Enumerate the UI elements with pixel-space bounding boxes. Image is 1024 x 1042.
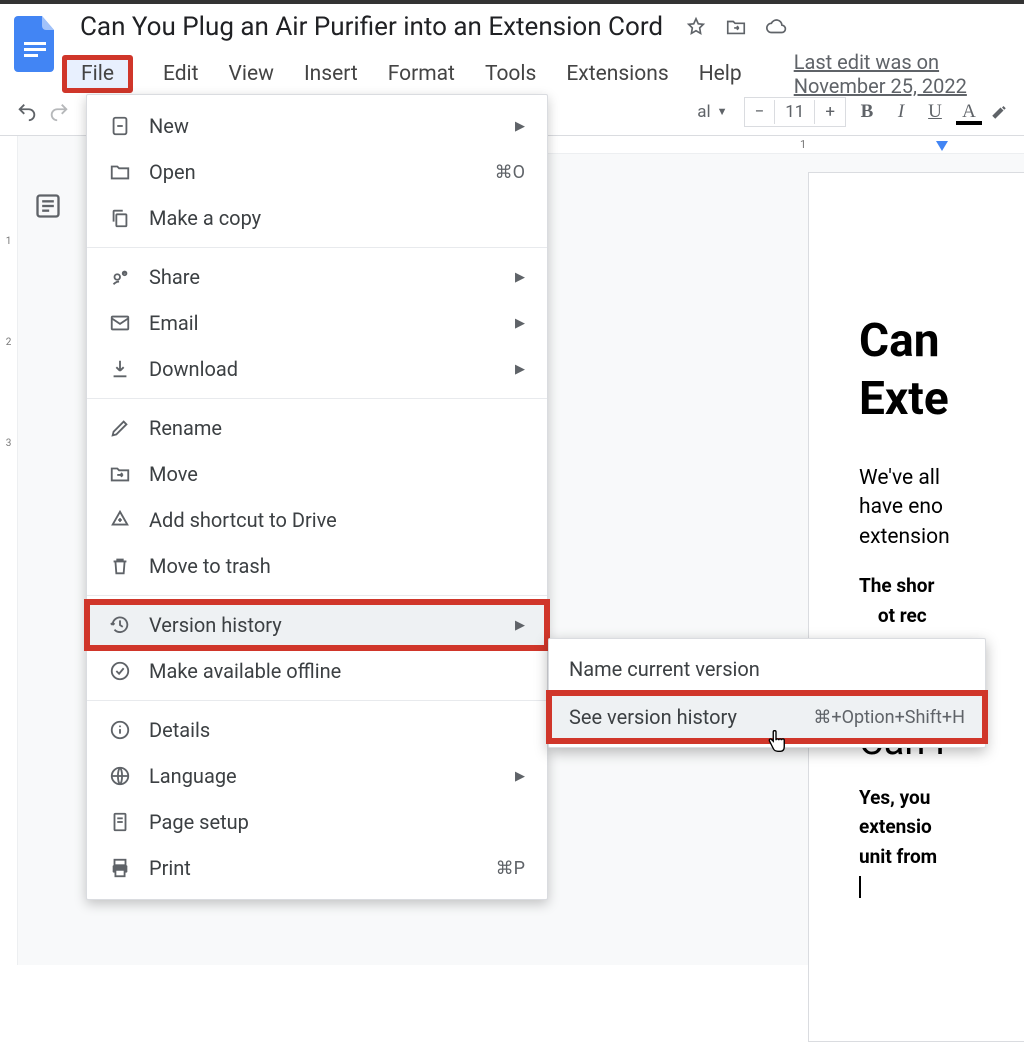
submenu-arrow-icon: ▶ <box>515 769 525 784</box>
menu-separator <box>87 247 547 248</box>
last-edit-link[interactable]: Last edit was on November 25, 2022 <box>794 50 1010 98</box>
highlight-icon[interactable] <box>990 103 1008 121</box>
trash-icon <box>109 555 131 577</box>
copy-icon <box>109 207 131 229</box>
shortcut-label: ⌘P <box>496 858 525 879</box>
download-icon <box>109 358 131 380</box>
menu-insert[interactable]: Insert <box>304 58 358 90</box>
redo-icon[interactable] <box>48 101 70 123</box>
document-title[interactable]: Can You Plug an Air Purifier into an Ext… <box>76 10 667 44</box>
underline-button[interactable]: U <box>922 101 948 123</box>
italic-button[interactable]: I <box>888 101 914 123</box>
menu-item-open[interactable]: Open ⌘O <box>87 149 547 195</box>
indent-marker-icon[interactable] <box>936 141 948 151</box>
email-icon <box>109 312 131 334</box>
menu-edit[interactable]: Edit <box>163 58 199 90</box>
text-caret <box>859 876 861 898</box>
style-selected-tail: al <box>697 102 710 122</box>
menu-item-rename[interactable]: Rename <box>87 405 547 451</box>
document-page[interactable]: Can Exte We've all have eno extension Th… <box>808 172 1024 1042</box>
submenu-arrow-icon: ▶ <box>515 270 525 285</box>
menu-item-move[interactable]: Move <box>87 451 547 497</box>
font-size-decrease[interactable]: − <box>745 100 776 124</box>
menu-bar: File Edit View Insert Format Tools Exten… <box>76 50 1010 98</box>
submenu-arrow-icon: ▶ <box>515 618 525 633</box>
menu-item-version-history[interactable]: Version history ▶ <box>87 602 547 648</box>
offline-icon <box>109 660 131 682</box>
menu-file[interactable]: File <box>62 55 133 93</box>
share-icon <box>109 266 131 288</box>
new-doc-icon <box>109 115 131 137</box>
font-size-value[interactable]: 11 <box>775 100 815 124</box>
paragraph-style-dropdown[interactable]: al ▼ <box>689 98 735 126</box>
move-folder-icon[interactable] <box>725 16 747 38</box>
doc-paragraph: Yes, you extensio unit from <box>859 784 1024 902</box>
cloud-status-icon[interactable] <box>765 16 787 38</box>
menu-extensions[interactable]: Extensions <box>566 58 668 90</box>
doc-paragraph: We've all have eno extension <box>859 464 1024 552</box>
menu-separator <box>87 595 547 596</box>
menu-item-print[interactable]: Print ⌘P <box>87 845 547 891</box>
submenu-name-current-version[interactable]: Name current version <box>549 645 985 693</box>
history-icon <box>109 614 131 636</box>
menu-format[interactable]: Format <box>388 58 455 90</box>
menu-view[interactable]: View <box>229 58 274 90</box>
text-color-button[interactable]: A <box>956 101 982 123</box>
menu-item-add-shortcut[interactable]: Add shortcut to Drive <box>87 497 547 543</box>
menu-item-share[interactable]: Share ▶ <box>87 254 547 300</box>
page-setup-icon <box>109 811 131 833</box>
rename-icon <box>109 417 131 439</box>
pointer-cursor-icon <box>765 730 787 756</box>
menu-separator <box>87 398 547 399</box>
menu-item-language[interactable]: Language ▶ <box>87 753 547 799</box>
menu-item-make-copy[interactable]: Make a copy <box>87 195 547 241</box>
font-size-increase[interactable]: + <box>815 100 845 124</box>
menu-separator <box>87 700 547 701</box>
shortcut-label: ⌘O <box>495 162 525 183</box>
outline-icon[interactable] <box>34 192 62 220</box>
globe-icon <box>109 765 131 787</box>
print-icon <box>109 857 131 879</box>
app-header: Can You Plug an Air Purifier into an Ext… <box>0 4 1024 88</box>
menu-item-details[interactable]: Details <box>87 707 547 753</box>
menu-item-trash[interactable]: Move to trash <box>87 543 547 589</box>
font-size-control[interactable]: − 11 + <box>744 97 847 127</box>
file-dropdown-menu: New ▶ Open ⌘O Make a copy Share ▶ Email … <box>86 94 548 900</box>
folder-icon <box>109 161 131 183</box>
submenu-arrow-icon: ▶ <box>515 316 525 331</box>
menu-item-offline[interactable]: Make available offline <box>87 648 547 694</box>
menu-item-download[interactable]: Download ▶ <box>87 346 547 392</box>
menu-item-new[interactable]: New ▶ <box>87 103 547 149</box>
move-icon <box>109 463 131 485</box>
vertical-ruler: 1 2 3 <box>0 136 18 965</box>
menu-item-page-setup[interactable]: Page setup <box>87 799 547 845</box>
menu-item-email[interactable]: Email ▶ <box>87 300 547 346</box>
shortcut-label: ⌘+Option+Shift+H <box>813 707 965 728</box>
bold-button[interactable]: B <box>854 101 880 123</box>
star-icon[interactable] <box>685 16 707 38</box>
doc-heading-1: Can Exte <box>859 313 1024 428</box>
drive-shortcut-icon <box>109 509 131 531</box>
menu-tools[interactable]: Tools <box>485 58 536 90</box>
submenu-arrow-icon: ▶ <box>515 362 525 377</box>
outline-panel <box>18 136 78 965</box>
submenu-arrow-icon: ▶ <box>515 119 525 134</box>
menu-help[interactable]: Help <box>699 58 742 90</box>
docs-logo-icon <box>14 16 58 72</box>
undo-icon[interactable] <box>16 101 38 123</box>
info-icon <box>109 719 131 741</box>
chevron-down-icon: ▼ <box>717 105 728 118</box>
